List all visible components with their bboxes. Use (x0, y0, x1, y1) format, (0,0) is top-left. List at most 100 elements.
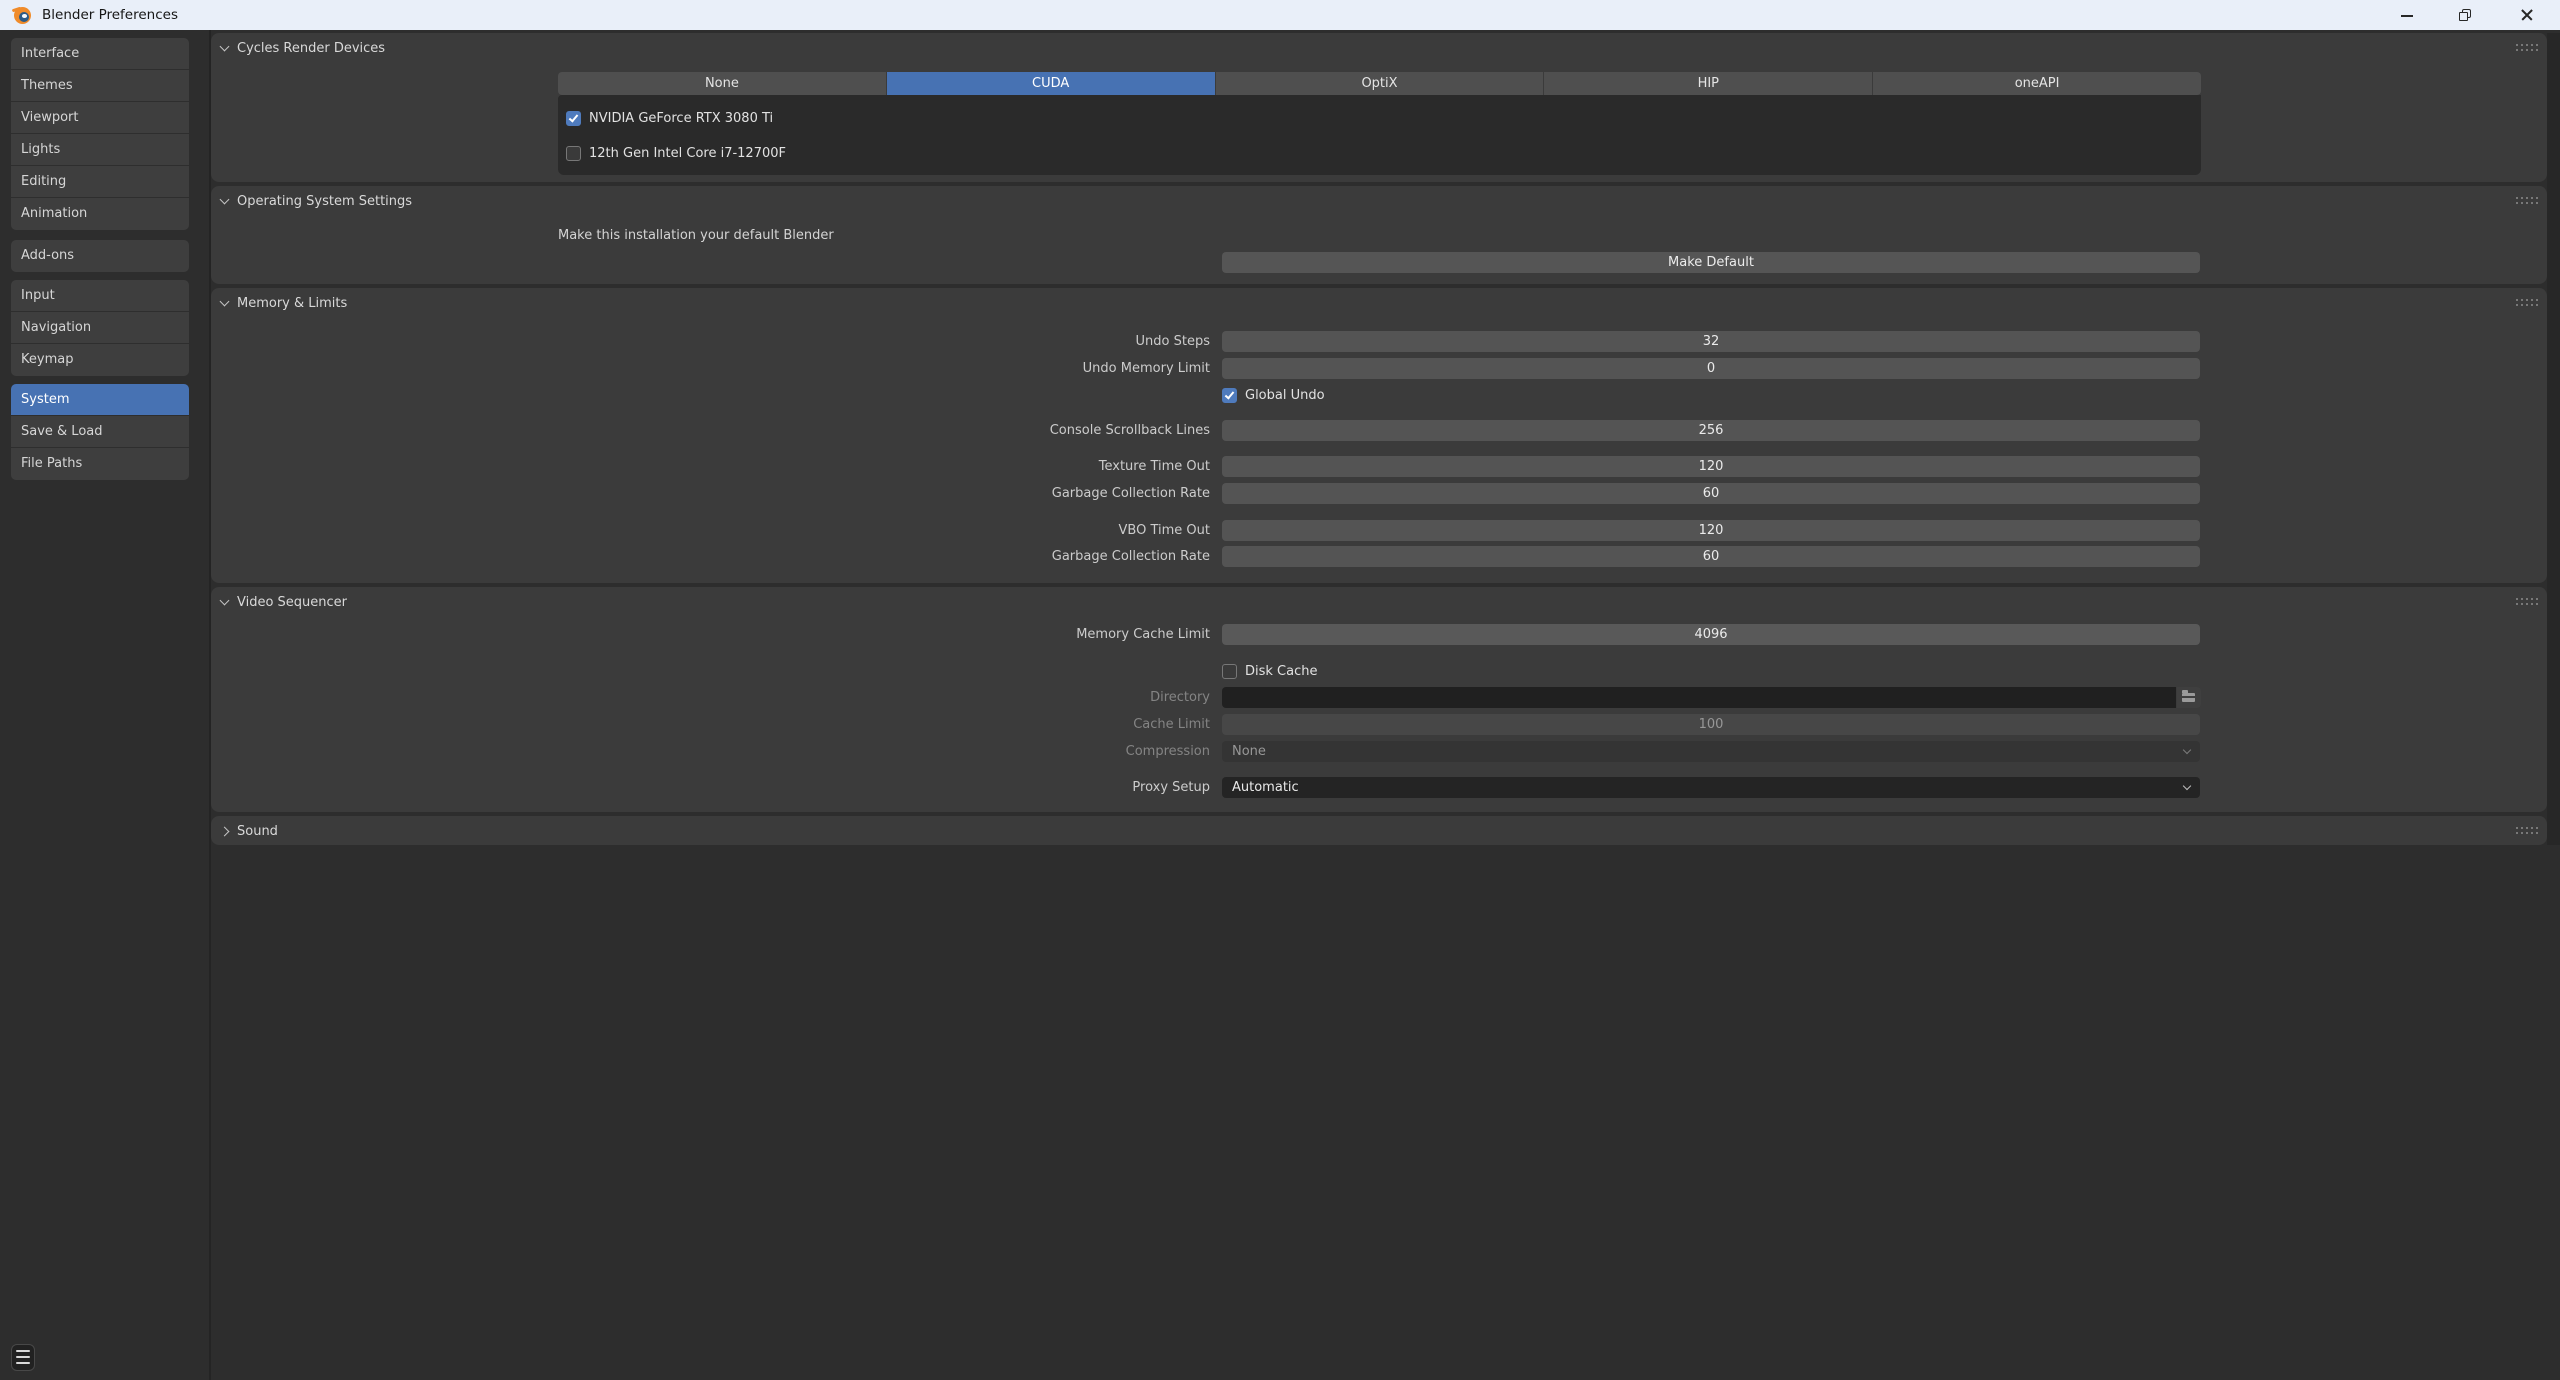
check-icon (1224, 389, 1234, 399)
cache-limit-label: Cache Limit (611, 714, 1210, 735)
sidebar-item-animation[interactable]: Animation (11, 198, 189, 230)
device-label-cpu: 12th Gen Intel Core i7-12700F (589, 146, 786, 162)
tab-none[interactable]: None (558, 72, 886, 95)
gc-rate-value: 60 (1703, 486, 1720, 501)
undo-memory-limit-value: 0 (1707, 361, 1715, 376)
folder-icon (2182, 693, 2195, 702)
sidebar-item-save-load[interactable]: Save & Load (11, 416, 189, 448)
panel-grip-handle[interactable] (2516, 197, 2518, 199)
sidebar-item-system[interactable]: System (11, 384, 189, 416)
console-scrollback-label: Console Scrollback Lines (611, 420, 1210, 441)
blender-preferences-window: Blender Preferences Interface Themes Vie… (0, 0, 2560, 1380)
sidebar-item-lights[interactable]: Lights (11, 134, 189, 166)
proxy-setup-dropdown[interactable]: Automatic (1222, 777, 2200, 798)
sidebar-group-system: System Save & Load File Paths (11, 384, 189, 480)
device-checkbox-cpu[interactable] (566, 146, 581, 161)
panel-header-memory[interactable]: Memory & Limits (237, 295, 347, 313)
directory-input (1222, 687, 2176, 708)
tab-optix[interactable]: OptiX (1216, 72, 1544, 95)
tab-hip[interactable]: HIP (1544, 72, 1872, 95)
vbo-gc-rate-value: 60 (1703, 549, 1720, 564)
sidebar-group-input: Input Navigation Keymap (11, 280, 189, 376)
vbo-gc-rate-label: Garbage Collection Rate (611, 546, 1210, 567)
panel-cycles-render-devices: Cycles Render Devices None CUDA OptiX HI… (211, 33, 2547, 182)
panel-grip-handle[interactable] (2516, 44, 2518, 46)
panel-memory-limits: Memory & Limits Undo Steps 32 Undo Memor… (211, 288, 2547, 583)
console-scrollback-field[interactable]: 256 (1222, 420, 2200, 441)
panel-header-cycles[interactable]: Cycles Render Devices (237, 40, 385, 58)
vbo-timeout-label: VBO Time Out (611, 520, 1210, 541)
panel-header-sound[interactable]: Sound (237, 823, 278, 841)
disk-cache-checkbox[interactable] (1222, 664, 1237, 679)
gc-rate-label: Garbage Collection Rate (611, 483, 1210, 504)
restore-button[interactable] (2442, 0, 2488, 30)
cache-limit-value: 100 (1699, 717, 1724, 732)
sidebar-item-viewport[interactable]: Viewport (11, 102, 189, 134)
compression-value: None (1232, 744, 1266, 759)
memory-cache-limit-label: Memory Cache Limit (611, 624, 1210, 645)
proxy-setup-label: Proxy Setup (611, 777, 1210, 798)
chevron-down-icon (220, 42, 230, 52)
device-list: NVIDIA GeForce RTX 3080 Ti 12th Gen Inte… (558, 95, 2201, 175)
memory-cache-limit-field[interactable]: 4096 (1222, 624, 2200, 645)
undo-steps-label: Undo Steps (611, 331, 1210, 352)
sidebar-group-addons: Add-ons (11, 240, 189, 272)
restore-icon (2459, 9, 2471, 21)
device-type-tabs: None CUDA OptiX HIP oneAPI (558, 72, 2201, 95)
texture-timeout-value: 120 (1699, 459, 1724, 474)
sidebar-item-interface[interactable]: Interface (11, 38, 189, 70)
device-label-gpu: NVIDIA GeForce RTX 3080 Ti (589, 111, 773, 127)
directory-label: Directory (611, 687, 1210, 708)
texture-timeout-field[interactable]: 120 (1222, 456, 2200, 477)
chevron-down-icon (2183, 746, 2191, 754)
panel-grip-handle[interactable] (2516, 598, 2518, 600)
compression-label: Compression (611, 741, 1210, 762)
texture-timeout-label: Texture Time Out (611, 456, 1210, 477)
panel-grip-handle[interactable] (2516, 827, 2518, 829)
gc-rate-field[interactable]: 60 (1222, 483, 2200, 504)
browse-directory-button (2177, 687, 2201, 708)
undo-steps-field[interactable]: 32 (1222, 331, 2200, 352)
sidebar-group-general: Interface Themes Viewport Lights Editing… (11, 38, 189, 230)
preferences-menu-button[interactable] (11, 1344, 35, 1371)
sidebar-item-editing[interactable]: Editing (11, 166, 189, 198)
device-checkbox-gpu[interactable] (566, 111, 581, 126)
proxy-setup-value: Automatic (1232, 780, 1299, 795)
memory-cache-limit-value: 4096 (1694, 627, 1727, 642)
default-blender-label: Make this installation your default Blen… (558, 228, 834, 244)
undo-memory-limit-label: Undo Memory Limit (611, 358, 1210, 379)
sidebar-item-themes[interactable]: Themes (11, 70, 189, 102)
panel-sound: Sound (211, 816, 2547, 845)
chevron-down-icon (2183, 782, 2191, 790)
minimize-button[interactable] (2384, 0, 2430, 30)
panel-os-settings: Operating System Settings Make this inst… (211, 186, 2547, 284)
check-icon (568, 112, 578, 122)
sidebar-item-input[interactable]: Input (11, 280, 189, 312)
panel-video-sequencer: Video Sequencer Memory Cache Limit 4096 … (211, 587, 2547, 812)
chevron-down-icon (220, 297, 230, 307)
window-title: Blender Preferences (42, 0, 178, 30)
title-bar: Blender Preferences (0, 0, 2560, 30)
vbo-gc-rate-field[interactable]: 60 (1222, 546, 2200, 567)
sidebar-item-navigation[interactable]: Navigation (11, 312, 189, 344)
hamburger-icon (16, 1350, 30, 1352)
global-undo-label: Global Undo (1245, 388, 1325, 404)
panel-header-vse[interactable]: Video Sequencer (237, 594, 347, 612)
minimize-icon (2401, 15, 2413, 17)
panel-header-os[interactable]: Operating System Settings (237, 193, 412, 211)
sidebar-item-addons[interactable]: Add-ons (11, 240, 189, 272)
vbo-timeout-field[interactable]: 120 (1222, 520, 2200, 541)
scroll-gutter (2547, 33, 2560, 845)
chevron-down-icon (220, 195, 230, 205)
panel-grip-handle[interactable] (2516, 299, 2518, 301)
close-button[interactable] (2504, 0, 2560, 30)
chevron-right-icon (220, 827, 230, 837)
global-undo-checkbox[interactable] (1222, 388, 1237, 403)
sidebar-item-file-paths[interactable]: File Paths (11, 448, 189, 480)
undo-memory-limit-field[interactable]: 0 (1222, 358, 2200, 379)
make-default-button[interactable]: Make Default (1222, 252, 2200, 273)
cache-limit-field: 100 (1222, 714, 2200, 735)
tab-oneapi[interactable]: oneAPI (1873, 72, 2201, 95)
sidebar-item-keymap[interactable]: Keymap (11, 344, 189, 376)
tab-cuda[interactable]: CUDA (887, 72, 1215, 95)
